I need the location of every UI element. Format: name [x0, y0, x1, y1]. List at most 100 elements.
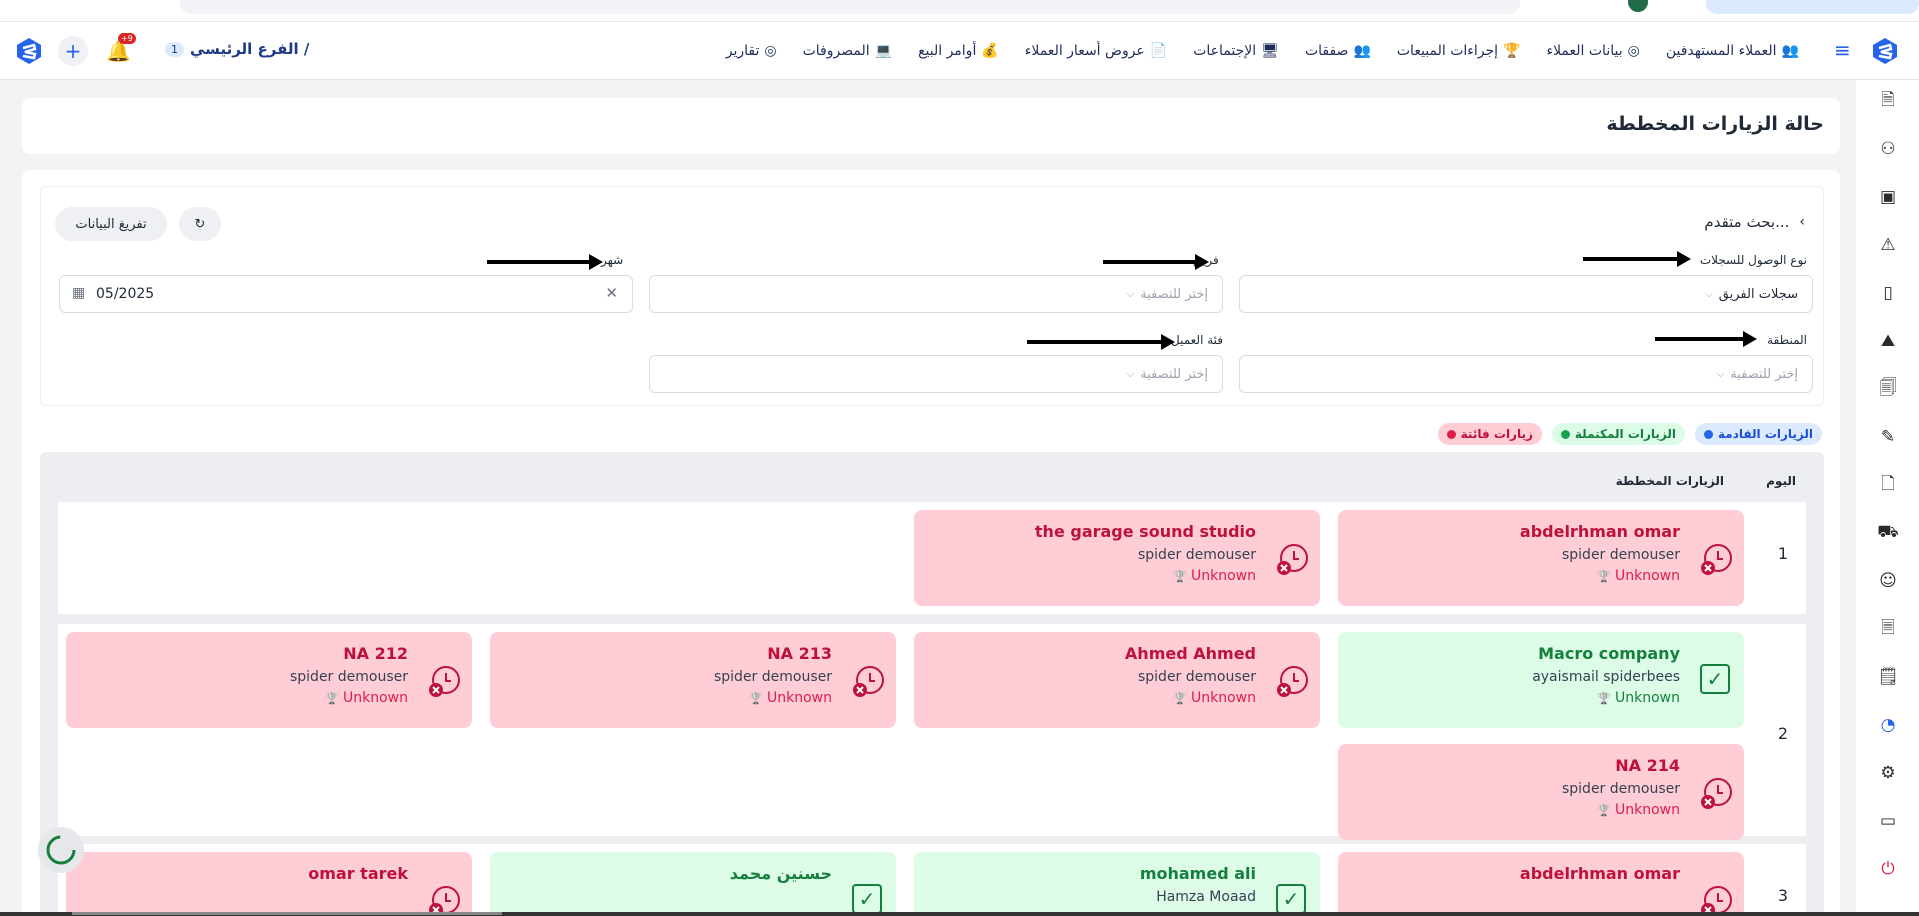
sidebar-add-document-icon[interactable]: 🗏 — [1877, 618, 1899, 640]
nav-item-1[interactable]: ◎ بيانات العملاء — [1546, 43, 1639, 59]
nav-item-6[interactable]: 💰 أوامر البيع — [918, 43, 999, 59]
visit-card[interactable]: mohamed ali Hamza Moaad ✓ — [914, 852, 1320, 916]
top-strip — [0, 0, 1919, 22]
nav-item-0[interactable]: 👥 العملاء المستهدفين — [1666, 43, 1799, 59]
page-title: حالة الزيارات المخططة — [1606, 113, 1824, 135]
visit-client-name: NA 213 — [767, 644, 832, 663]
sidebar-secure-document-icon[interactable]: 🗒 — [1877, 666, 1899, 688]
user-avatar[interactable] — [1628, 0, 1648, 12]
nav-item-7[interactable]: 💻 المصروفات — [803, 43, 892, 59]
calendar-icon: ▦ — [72, 285, 86, 301]
access-type-label: نوع الوصول للسجلات — [1699, 253, 1807, 267]
sidebar-user-icon[interactable]: ☺ — [1877, 570, 1899, 592]
missed-clock-icon — [1701, 544, 1732, 575]
sidebar-settings-icon[interactable]: ⚙ — [1877, 762, 1899, 784]
sidebar-invoice-icon[interactable]: 🗐 — [1877, 378, 1899, 400]
visit-card[interactable]: حسنين محمد ✓ — [490, 852, 896, 916]
sidebar-device-icon[interactable]: ▯ — [1877, 282, 1899, 304]
quotes-icon: 📄 — [1149, 43, 1168, 59]
visit-card[interactable]: Macro company ayaismail spiderbees 🏆 Unknow… — [1338, 632, 1744, 728]
nav-item-label: إجراءات المبيعات — [1396, 43, 1499, 59]
nav-item-8[interactable]: ◎ تقارير — [726, 43, 777, 59]
sidebar-visits-report-icon[interactable]: ◔ — [1877, 714, 1899, 736]
visit-client-name: omar tarek — [308, 864, 408, 883]
visit-card[interactable]: NA 212 spider demouser 🏆 Unknown — [66, 632, 472, 728]
visit-card[interactable]: Ahmed Ahmed spider demouser 🏆 Unknown — [914, 632, 1320, 728]
team-placeholder: إختر للتصفية — [1140, 286, 1208, 302]
sidebar-warning-icon[interactable]: ⚠ — [1877, 234, 1899, 256]
visit-card[interactable]: NA 213 spider demouser 🏆 Unknown — [490, 632, 896, 728]
client-data-icon: ◎ — [1627, 43, 1640, 59]
expenses-icon: 💻 — [874, 43, 893, 59]
trophy-icon: 🏆 — [1173, 691, 1187, 705]
nav-item-label: أوامر البيع — [918, 43, 977, 59]
refresh-icon: ↻ — [194, 216, 206, 232]
nav-item-3[interactable]: 👥 صفقات — [1305, 43, 1371, 59]
missed-clock-icon — [429, 666, 460, 697]
sidebar-power-icon[interactable]: ⏻ — [1877, 858, 1899, 880]
visit-card[interactable]: abdelrhman omar spider demouser 🏆 Unknown — [1338, 510, 1744, 606]
visit-category: 🏆 Unknown — [1597, 802, 1680, 818]
top-pill-button[interactable] — [1706, 0, 1919, 14]
trophy-icon: 🏆 — [1597, 569, 1611, 583]
annotation-arrow — [1103, 254, 1209, 270]
nav-item-5[interactable]: 📄 عروض أسعار العملاء — [1025, 43, 1167, 59]
visits-calendar: اليوم الزيارات المخططة 1 abdelrhman omar s… — [40, 452, 1824, 916]
visit-category: 🏆 Unknown — [1597, 690, 1680, 706]
horizontal-scrollbar[interactable] — [0, 912, 1919, 916]
month-picker[interactable]: ▦ 05/2025 ✕ — [59, 275, 633, 313]
nav-item-2[interactable]: 🏆 إجراءات المبيعات — [1397, 43, 1521, 59]
annotation-arrow — [487, 254, 603, 270]
missed-clock-icon — [1277, 666, 1308, 697]
nav-item-label: صفقات — [1304, 43, 1349, 59]
menu-icon[interactable]: ≡ — [1834, 40, 1854, 60]
clear-month-icon[interactable]: ✕ — [605, 284, 618, 302]
visit-card[interactable]: NA 214 spider demouser 🏆 Unknown — [1338, 744, 1744, 840]
sidebar-documents-icon[interactable]: 🗋 — [1877, 474, 1899, 496]
day-number: 1 — [1777, 544, 1788, 563]
missed-clock-icon — [1701, 778, 1732, 809]
region-label: المنطقة — [1767, 333, 1807, 347]
visit-card[interactable]: omar tarek — [66, 852, 472, 916]
client-category-label: فئة العميل — [1171, 333, 1224, 347]
visit-category: 🏆 Unknown — [749, 690, 832, 706]
secondary-logo-icon[interactable] — [14, 36, 44, 66]
visit-card[interactable]: the garage sound studio spider demouser 🏆 U… — [914, 510, 1320, 606]
loading-spinner — [38, 827, 84, 873]
visit-category: 🏆 Unknown — [1597, 568, 1680, 584]
client-category-placeholder: إختر للتصفية — [1140, 366, 1208, 382]
visit-category-label: Unknown — [1615, 690, 1680, 706]
access-type-select[interactable]: سجلات الفريق ⌵ — [1239, 275, 1813, 313]
sidebar-signature-icon[interactable]: ✎ — [1877, 426, 1899, 448]
trophy-icon: 🏆 — [325, 691, 339, 705]
visit-client-name: abdelrhman omar — [1519, 522, 1680, 541]
client-category-select[interactable]: إختر للتصفية ⌵ — [649, 355, 1223, 393]
sidebar-mountain-icon[interactable]: ⛰ — [1877, 330, 1899, 352]
visit-client-name: Macro company — [1538, 644, 1680, 663]
global-search-bar[interactable] — [180, 0, 1520, 14]
sidebar-delivery-icon[interactable]: ⛟ — [1877, 522, 1899, 544]
visit-employee: spider demouser — [1561, 547, 1680, 563]
reports-icon: ◎ — [764, 43, 777, 59]
sidebar-team-icon[interactable]: ⚇ — [1877, 138, 1899, 160]
region-select[interactable]: إختر للتصفية ⌵ — [1239, 355, 1813, 393]
advanced-search-toggle[interactable]: بحث متقدم... ‹ — [1704, 213, 1805, 231]
sidebar-window-icon[interactable]: ▭ — [1877, 810, 1899, 832]
sales-orders-icon: 💰 — [981, 43, 999, 59]
sidebar-money-icon[interactable]: ▣ — [1877, 186, 1899, 208]
notification-bell-icon[interactable]: 🔔 +9 — [106, 33, 136, 63]
clear-data-button[interactable]: تفريغ البيانات — [55, 207, 167, 241]
title-card: حالة الزيارات المخططة — [22, 98, 1840, 154]
add-button[interactable]: + — [58, 36, 88, 66]
branch-selector[interactable]: 1 الفرع الرئيسي / — [165, 40, 309, 58]
completed-check-icon: ✓ — [1700, 664, 1730, 694]
visit-employee: ayaismail spiderbees — [1532, 669, 1680, 685]
app-logo-icon[interactable] — [1870, 36, 1900, 66]
visit-card[interactable]: abdelrhman omar — [1338, 852, 1744, 916]
completed-check-icon: ✓ — [1276, 884, 1306, 914]
refresh-button[interactable]: ↻ — [179, 207, 221, 241]
visit-category-label: Unknown — [1615, 568, 1680, 584]
nav-item-4[interactable]: 🖥 الإجتماعات — [1193, 43, 1279, 59]
team-select[interactable]: إختر للتصفية ⌵ — [649, 275, 1223, 313]
sidebar-file-settings-icon[interactable]: 🗎 — [1877, 90, 1899, 112]
